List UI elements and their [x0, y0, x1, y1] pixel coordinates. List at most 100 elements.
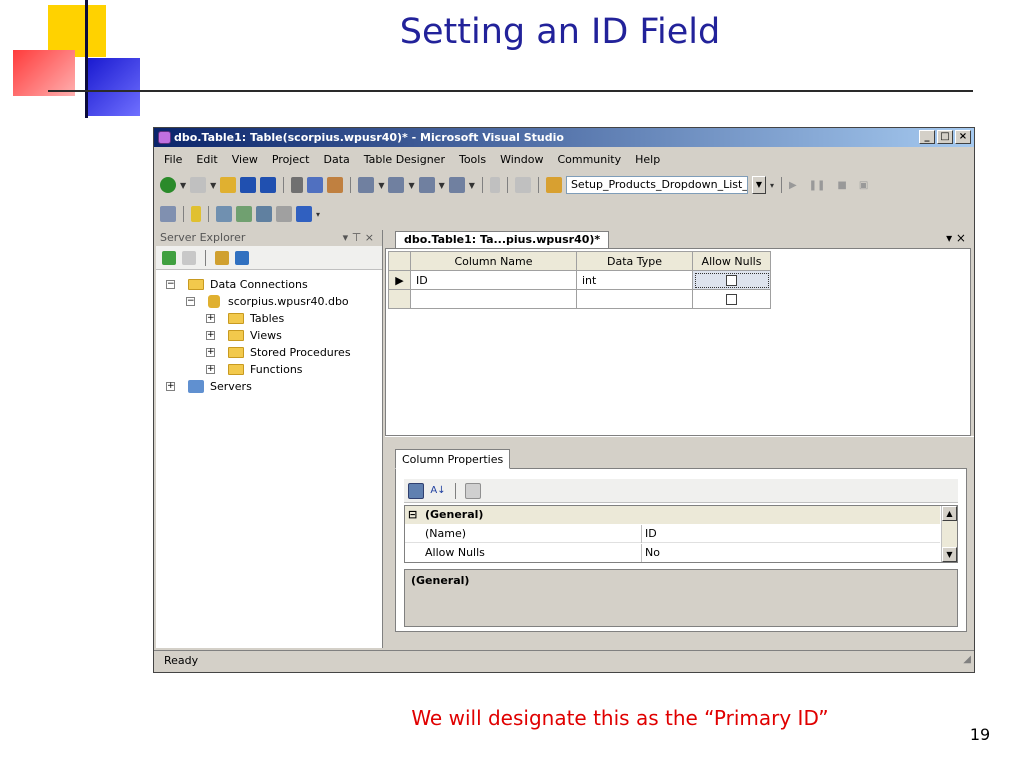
document-tab[interactable]: dbo.Table1: Ta...pius.wpusr40)*: [395, 231, 610, 248]
current-row-indicator-icon[interactable]: ▶: [388, 270, 411, 290]
tree-node-scorpius[interactable]: − scorpius.wpusr40.dbo: [156, 293, 382, 310]
step-icon[interactable]: ▣: [859, 180, 868, 191]
indexes-icon[interactable]: [236, 206, 252, 222]
expand-icon[interactable]: +: [206, 314, 215, 323]
relationships-icon[interactable]: [216, 206, 232, 222]
find-icon[interactable]: [514, 177, 531, 193]
column-header-allow-nulls[interactable]: Allow Nulls: [692, 251, 771, 271]
navigate-backward-icon[interactable]: [418, 177, 435, 193]
tree-node-stored-procedures[interactable]: + Stored Procedures: [156, 344, 382, 361]
dropdown-arrow-icon[interactable]: ▼: [439, 181, 445, 190]
dropdown-arrow-icon[interactable]: ▼: [469, 181, 475, 190]
alphabetical-sort-icon[interactable]: A↓: [430, 483, 446, 499]
allow-nulls-cell[interactable]: [692, 270, 771, 290]
toolbar-overflow-icon[interactable]: ▾: [316, 210, 320, 219]
fulltext-index-icon[interactable]: [256, 206, 272, 222]
scroll-down-icon[interactable]: ▼: [942, 547, 957, 562]
menu-edit[interactable]: Edit: [196, 153, 217, 166]
property-key: (Name): [425, 527, 467, 540]
expand-icon[interactable]: +: [206, 348, 215, 357]
start-debugging-icon[interactable]: [489, 177, 500, 193]
open-folder-icon[interactable]: [220, 177, 237, 193]
save-icon[interactable]: [240, 177, 257, 193]
data-type-cell[interactable]: int: [576, 270, 693, 290]
new-project-icon[interactable]: [160, 177, 176, 193]
menu-help[interactable]: Help: [635, 153, 660, 166]
tree-node-servers[interactable]: + Servers: [156, 378, 382, 395]
menu-window[interactable]: Window: [500, 153, 543, 166]
cut-icon[interactable]: [291, 177, 304, 193]
allow-nulls-checkbox[interactable]: [726, 294, 737, 305]
dropdown-arrow-icon[interactable]: ▼: [408, 181, 414, 190]
collapse-icon[interactable]: −: [166, 280, 175, 289]
primary-key-icon[interactable]: [191, 206, 201, 222]
panel-pin-icon[interactable]: ▾ ⊤ ×: [343, 230, 374, 246]
property-pages-icon[interactable]: [465, 482, 481, 499]
toolbar-overflow-icon[interactable]: ▾: [770, 181, 774, 190]
check-constraints-icon[interactable]: [296, 206, 312, 222]
dropdown-arrow-icon[interactable]: ▼: [378, 181, 384, 190]
navigate-forward-icon[interactable]: [448, 177, 465, 193]
configuration-combo[interactable]: Setup_Products_Dropdown_List_f: [565, 176, 748, 194]
continue-icon[interactable]: ▶: [789, 180, 797, 191]
row-selector[interactable]: [388, 289, 411, 309]
undo-icon[interactable]: [358, 177, 375, 193]
property-value[interactable]: No: [645, 544, 660, 562]
add-item-icon[interactable]: [190, 177, 207, 193]
menu-data[interactable]: Data: [323, 153, 349, 166]
menu-community[interactable]: Community: [557, 153, 621, 166]
window-titlebar[interactable]: dbo.Table1: Table(scorpius.wpusr40)* - M…: [154, 128, 974, 147]
tree-node-views[interactable]: + Views: [156, 327, 382, 344]
toolbar-separator: [205, 249, 206, 266]
column-properties-tab[interactable]: Column Properties: [395, 449, 511, 469]
collapse-icon[interactable]: ⊟: [408, 506, 417, 524]
expand-icon[interactable]: +: [166, 382, 175, 391]
refresh-icon[interactable]: [162, 250, 176, 265]
tree-node-data-connections[interactable]: − Data Connections: [156, 276, 382, 293]
dropdown-arrow-icon[interactable]: ▼: [210, 181, 216, 190]
categorized-icon[interactable]: [408, 482, 424, 499]
connect-to-database-icon[interactable]: [215, 250, 229, 265]
stop-refresh-icon[interactable]: [182, 250, 196, 265]
scroll-up-icon[interactable]: ▲: [942, 506, 957, 521]
chevron-down-icon[interactable]: ▼: [751, 176, 766, 194]
menu-table-designer[interactable]: Table Designer: [364, 153, 445, 166]
allow-nulls-checkbox[interactable]: [726, 275, 737, 286]
redo-icon[interactable]: [388, 177, 405, 193]
column-header-type[interactable]: Data Type: [576, 251, 693, 271]
menu-file[interactable]: File: [164, 153, 182, 166]
column-header-name[interactable]: Column Name: [410, 251, 577, 271]
allow-nulls-cell[interactable]: [692, 289, 771, 309]
save-all-icon[interactable]: [260, 177, 277, 193]
pause-icon[interactable]: ❚❚: [809, 180, 826, 191]
stop-icon[interactable]: ■: [837, 180, 846, 191]
paste-icon[interactable]: [327, 177, 344, 193]
expand-icon[interactable]: +: [206, 365, 215, 374]
status-text: Ready: [164, 654, 199, 667]
generate-script-icon[interactable]: [160, 206, 176, 222]
xml-index-icon[interactable]: [276, 206, 292, 222]
menu-tools[interactable]: Tools: [459, 153, 486, 166]
connect-to-server-icon[interactable]: [235, 250, 249, 265]
column-name-cell[interactable]: ID: [410, 270, 577, 290]
property-row-allow-nulls[interactable]: Allow Nulls No: [405, 544, 940, 562]
menu-view[interactable]: View: [232, 153, 258, 166]
document-window-controls[interactable]: ▾ ×: [946, 231, 966, 245]
dropdown-arrow-icon[interactable]: ▼: [180, 181, 186, 190]
property-category-general[interactable]: ⊟ (General): [405, 506, 940, 524]
close-button[interactable]: ×: [955, 130, 971, 144]
property-value[interactable]: ID: [645, 525, 657, 543]
tree-node-tables[interactable]: + Tables: [156, 310, 382, 327]
tree-node-functions[interactable]: + Functions: [156, 361, 382, 378]
minimize-button[interactable]: _: [919, 130, 935, 144]
resize-grip-icon[interactable]: ◢: [963, 650, 971, 670]
expand-icon[interactable]: +: [206, 331, 215, 340]
maximize-button[interactable]: □: [937, 130, 953, 144]
property-grid-scrollbar[interactable]: ▲ ▼: [941, 506, 957, 562]
column-name-cell[interactable]: [410, 289, 577, 309]
menu-project[interactable]: Project: [272, 153, 310, 166]
copy-icon[interactable]: [307, 177, 324, 193]
data-type-cell[interactable]: [576, 289, 693, 309]
collapse-icon[interactable]: −: [186, 297, 195, 306]
property-row-name[interactable]: (Name) ID: [405, 525, 940, 543]
